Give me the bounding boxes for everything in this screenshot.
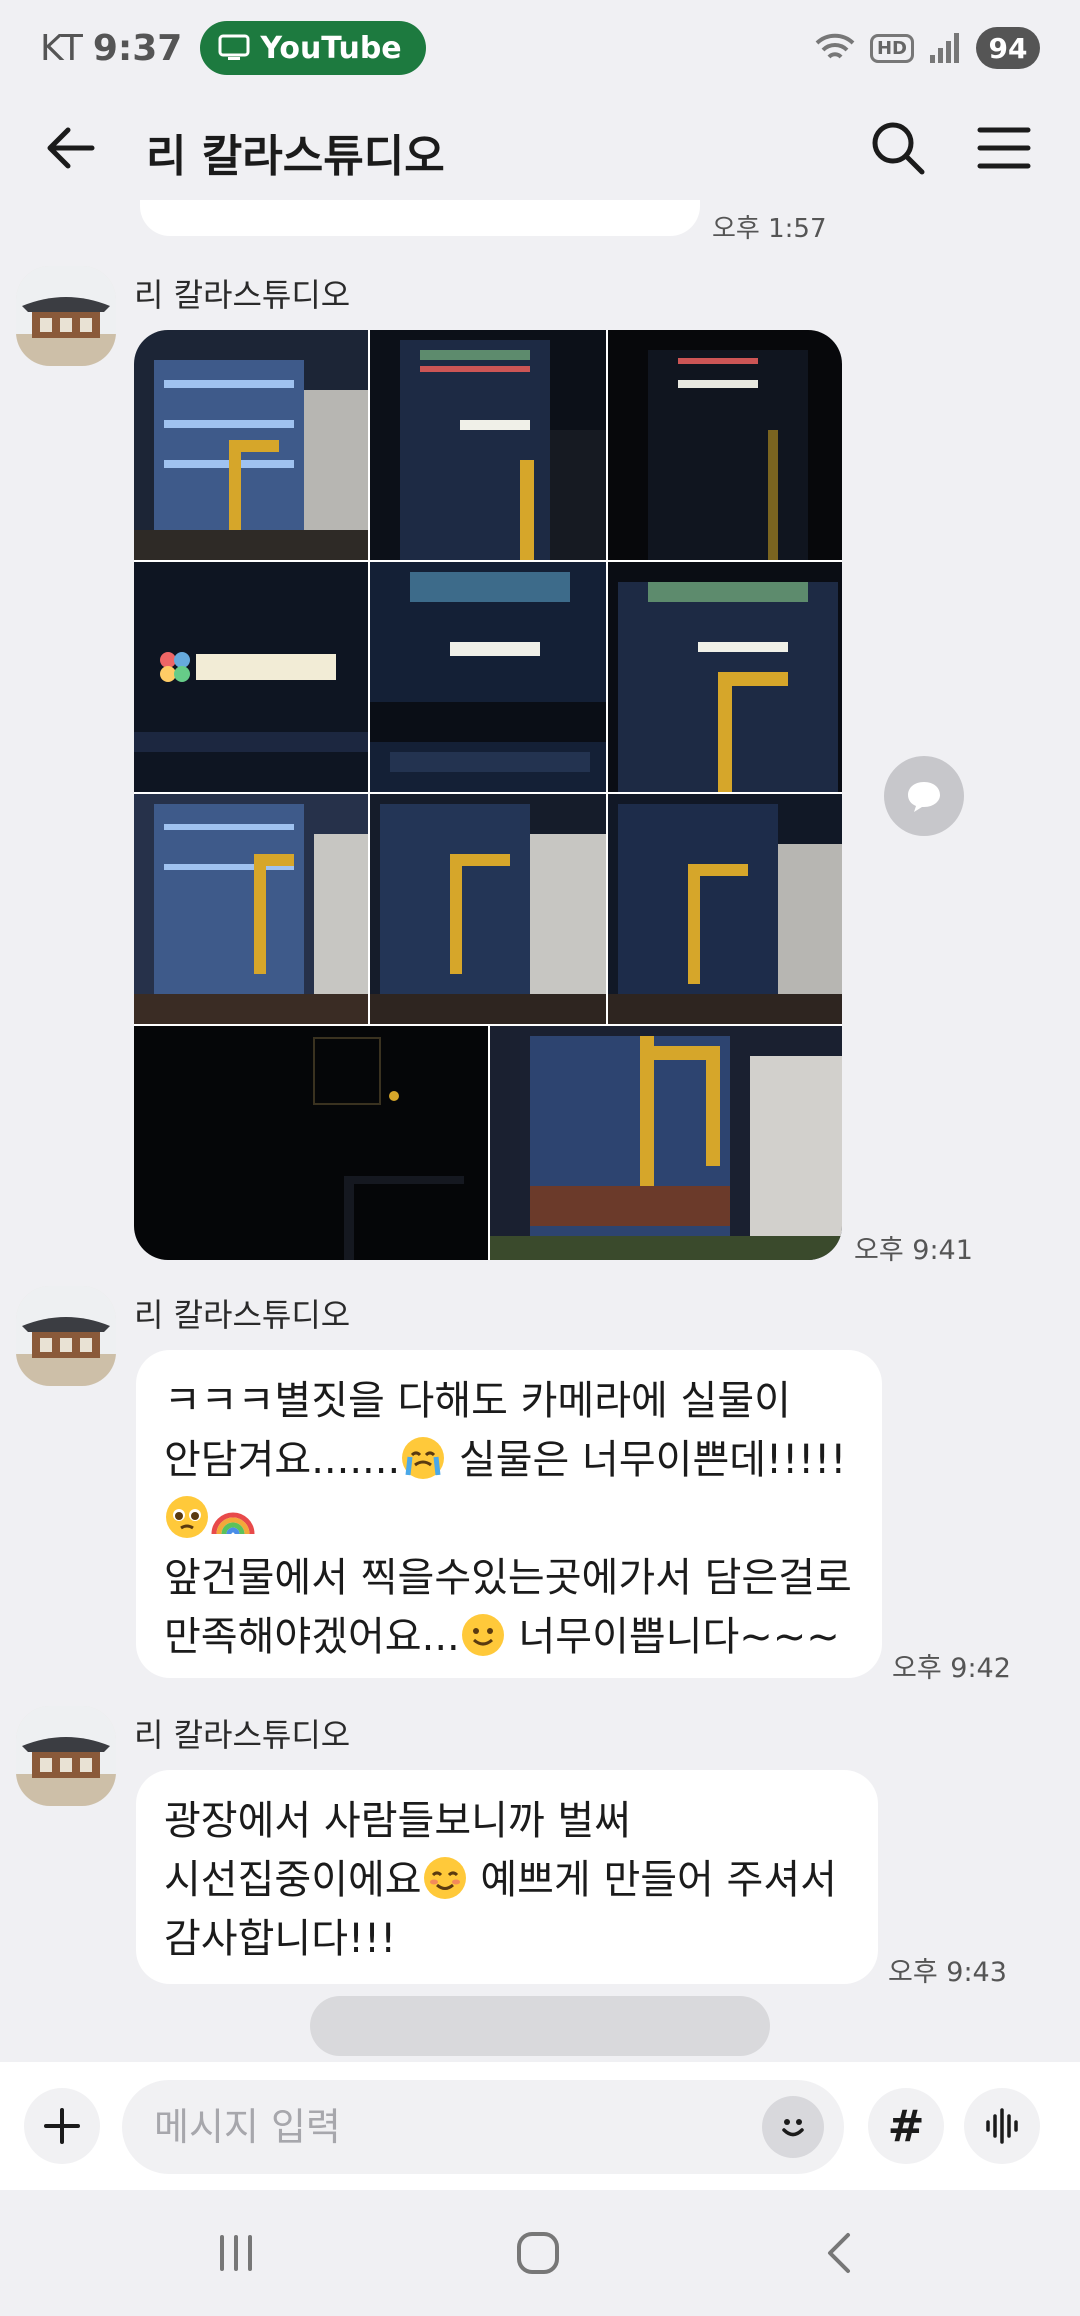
message-line: 광장에서 사람들보니까 벌써 [164,1798,632,1844]
rainbow-icon [211,1512,255,1535]
sender-name: 리 칼라스튜디오 [134,1716,351,1754]
back-button[interactable] [40,118,100,178]
photo-grid [134,330,842,1260]
voice-icon [986,2108,1018,2144]
back-arrow-icon [47,127,95,169]
hd-badge: HD [869,33,914,63]
emoji-icon [782,2119,804,2137]
smiling-face-icon [423,1857,466,1899]
wifi-icon [815,33,855,59]
previous-message-bubble[interactable] [140,200,700,236]
plus-icon [44,2108,80,2144]
hashtag-button[interactable]: # [868,2088,944,2164]
photo-thumbnail[interactable] [370,330,606,560]
photo-thumbnail[interactable] [370,794,606,1024]
photo-thumbnail[interactable] [134,794,368,1024]
menu-button[interactable] [972,116,1036,180]
message-time: 오후 9:42 [892,1653,1011,1684]
photo-thumbnail[interactable] [608,562,842,792]
nav-back-icon [828,2233,850,2273]
message-time: 오후 9:43 [888,1957,1007,1988]
chat-area[interactable]: 오후 1:57 리 칼라스튜디오 오후 9:41 리 칼라스튜디오 ㅋㅋㅋ별짓을… [0,200,1080,2062]
home-icon [517,2232,559,2274]
sender-name: 리 칼라스튜디오 [134,276,351,314]
pleading-face-icon [166,1496,208,1538]
hanok-avatar-icon [16,1286,116,1386]
status-bar: KT 9:37 YouTube HD 94 [0,0,1080,96]
active-app-pill[interactable]: YouTube [200,21,426,75]
message-line: 감사합니다!!! [164,1916,397,1962]
message-line: ㅋㅋㅋ별짓을 다해도 카메라에 실물이 [164,1378,791,1424]
message-bubble[interactable]: ㅋㅋㅋ별짓을 다해도 카메라에 실물이 안담겨요....... 실물은 너무이쁜… [136,1350,882,1678]
avatar[interactable] [16,266,116,366]
avatar[interactable] [16,1286,116,1386]
message-input[interactable] [122,2080,844,2174]
message-input-bar: # [0,2062,1080,2190]
hanok-avatar-icon [16,266,116,366]
search-button[interactable] [866,116,930,180]
recents-icon [220,2235,252,2271]
share-button[interactable] [884,756,964,836]
photo-thumbnail[interactable] [134,1026,488,1260]
message-bubble[interactable]: 광장에서 사람들보니까 벌써 시선집중이에요 예쁘게 만들어 주셔서 감사합니다… [136,1770,878,1984]
previous-message-time: 오후 1:57 [712,214,827,244]
crying-face-icon [402,1437,445,1479]
slightly-smiling-face-icon [461,1614,504,1656]
home-button[interactable] [498,2218,578,2288]
photo-thumbnail[interactable] [134,562,368,792]
emoji-button[interactable] [762,2096,824,2158]
nav-back-button[interactable] [800,2218,880,2288]
chat-title: 리 칼라스튜디오 [146,131,445,182]
message-line: 안담겨요....... 실물은 너무이쁜데!!!!! [164,1437,847,1483]
voice-button[interactable] [964,2088,1040,2164]
photo-thumbnail[interactable] [490,1026,842,1260]
carrier-label: KT [40,27,83,69]
photo-thumbnail[interactable] [608,794,842,1024]
hamburger-menu-icon [977,127,1031,169]
system-nav-bar [0,2190,1080,2316]
message-line: 시선집중이에요 예쁘게 만들어 주셔서 [164,1857,837,1903]
battery-indicator: 94 [976,27,1040,69]
message-line: 앞건물에서 찍을수있는곳에가서 담은걸로 [164,1555,852,1601]
avatar[interactable] [16,1706,116,1806]
add-attachment-button[interactable] [24,2088,100,2164]
photo-thumbnail[interactable] [134,330,368,560]
active-app-label: YouTube [260,30,402,66]
sender-name: 리 칼라스튜디오 [134,1296,351,1334]
date-divider-pill [310,1996,770,2056]
signal-icon [930,33,959,63]
photo-thumbnail[interactable] [608,330,842,560]
search-icon [872,122,925,175]
hanok-avatar-icon [16,1706,116,1806]
screen-icon [218,34,250,60]
message-time: 오후 9:41 [854,1235,973,1266]
hashtag-icon: # [887,2100,925,2152]
message-line: 만족해야겠어요... 너무이쁩니다~~~ [164,1614,840,1660]
photo-thumbnail[interactable] [370,562,606,792]
recents-button[interactable] [196,2218,276,2288]
emoji-line [164,1490,854,1549]
chat-header: 리 칼라스튜디오 [0,96,1080,200]
status-time: 9:37 [92,27,183,69]
share-icon [908,782,940,812]
